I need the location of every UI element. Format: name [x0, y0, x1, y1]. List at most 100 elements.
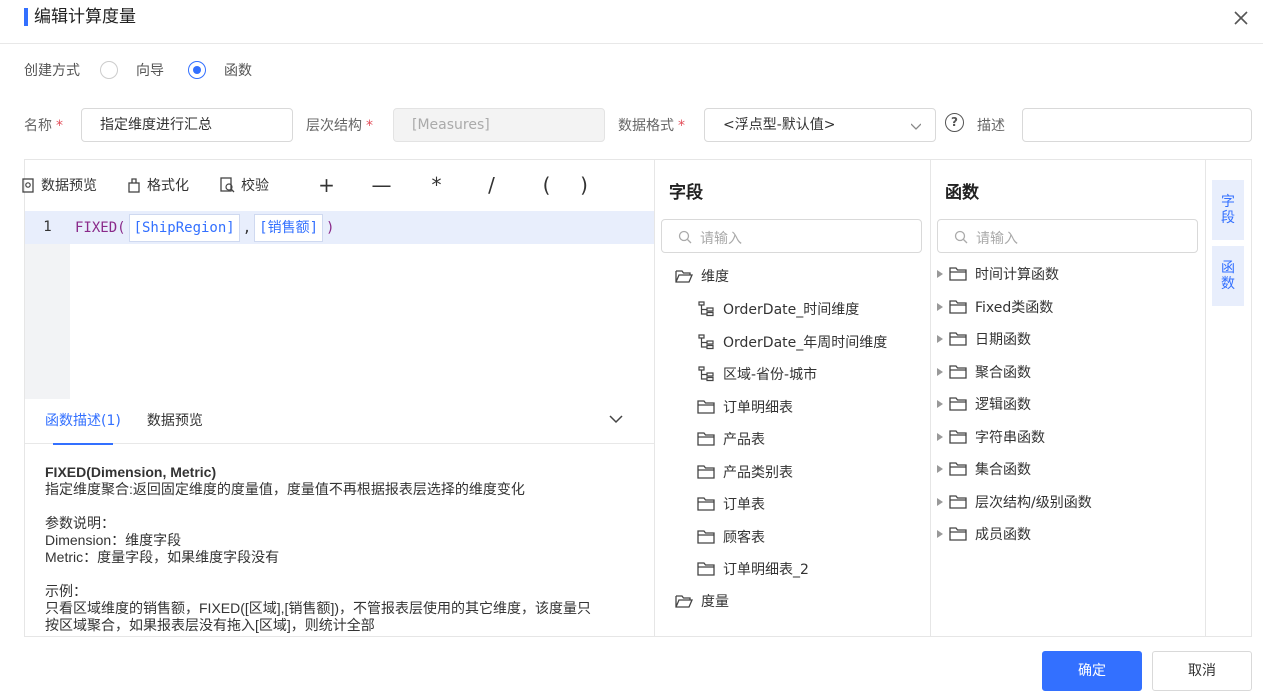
- function-category-label: 成员函数: [975, 527, 1031, 543]
- collapse-chevron-icon[interactable]: [608, 411, 624, 427]
- validate-button[interactable]: 校验: [219, 175, 269, 195]
- tree-group-measure[interactable]: 度量: [675, 589, 729, 613]
- side-tab-fields[interactable]: 字段: [1212, 180, 1244, 240]
- line-number: 1: [43, 219, 52, 235]
- tree-item-field-label: 订单明细表_2: [723, 562, 809, 578]
- radio-function[interactable]: [188, 61, 206, 79]
- param-metric: Metric：度量字段，如果维度字段没有: [45, 549, 280, 565]
- radio-wizard[interactable]: [100, 61, 118, 79]
- title-accent-bar: [24, 8, 28, 26]
- folder-icon: [949, 461, 975, 477]
- tree-item-field[interactable]: 产品类别表: [697, 460, 793, 484]
- format-button[interactable]: 格式化: [127, 175, 189, 195]
- op-lparen-button[interactable]: (: [519, 173, 574, 197]
- tree-item-field-label: 产品类别表: [723, 464, 793, 481]
- name-label: 名称 *: [24, 118, 63, 134]
- hierarchy-icon: [697, 333, 723, 351]
- format-select-value: <浮点型-默认值>: [723, 117, 836, 133]
- function-category[interactable]: Fixed类函数: [937, 295, 1053, 319]
- fields-title: 字段: [669, 183, 703, 203]
- function-category-label: 逻辑函数: [975, 397, 1031, 413]
- function-category[interactable]: 聚合函数: [937, 360, 1031, 384]
- dialog-header: 编辑计算度量: [0, 0, 1263, 44]
- tree-item-field-label: 区域-省份-城市: [723, 367, 818, 383]
- code-token-shipregion[interactable]: [ShipRegion]: [128, 213, 240, 242]
- expand-arrow-icon[interactable]: [937, 465, 943, 473]
- op-plus-button[interactable]: +: [299, 173, 354, 197]
- desc-line: 指定维度聚合:返回固定维度的度量值，度量值不再根据报表层选择的维度变化: [45, 481, 525, 497]
- tree-item-field[interactable]: 产品表: [697, 427, 765, 451]
- tree-group-measure-label: 度量: [701, 594, 729, 610]
- desc-label: 描述: [977, 118, 1005, 134]
- tab-function-desc[interactable]: 函数描述(1): [45, 399, 121, 445]
- tree-group-dimension[interactable]: 维度: [675, 264, 729, 288]
- side-tab-functions[interactable]: 函数: [1212, 246, 1244, 306]
- function-category-label: 字符串函数: [975, 429, 1045, 446]
- cancel-button[interactable]: 取消: [1152, 651, 1252, 691]
- help-icon[interactable]: ?: [945, 113, 964, 132]
- expand-arrow-icon[interactable]: [937, 270, 943, 278]
- create-mode-label: 创建方式: [24, 63, 80, 79]
- hierarchy-input: [Measures]: [393, 108, 605, 142]
- expand-arrow-icon[interactable]: [937, 335, 943, 343]
- expand-arrow-icon[interactable]: [937, 302, 943, 311]
- op-divide-button[interactable]: /: [464, 173, 519, 197]
- function-category[interactable]: 逻辑函数: [937, 392, 1031, 416]
- folder-icon: [949, 429, 975, 445]
- code-fn-open: FIXED(: [75, 219, 126, 236]
- dialog-title: 编辑计算度量: [34, 7, 136, 27]
- hierarchy-icon: [697, 365, 723, 383]
- function-category[interactable]: 层次结构/级别函数: [937, 490, 1092, 514]
- format-icon: [128, 177, 140, 193]
- tree-item-field[interactable]: 顾客表: [697, 525, 765, 549]
- function-category[interactable]: 集合函数: [937, 457, 1031, 481]
- tab-data-preview[interactable]: 数据预览: [147, 399, 203, 444]
- name-input[interactable]: 指定维度进行汇总: [81, 108, 293, 142]
- folder-icon: [697, 431, 723, 447]
- tree-group-dimension-label: 维度: [701, 269, 729, 285]
- close-icon[interactable]: [1232, 9, 1250, 27]
- tree-item-field[interactable]: 订单表: [697, 492, 765, 516]
- op-minus-button[interactable]: —: [354, 173, 409, 197]
- expand-arrow-icon[interactable]: [937, 497, 943, 506]
- expand-arrow-icon[interactable]: [937, 530, 943, 538]
- data-preview-button[interactable]: 数据预览: [21, 175, 97, 195]
- tree-item-field[interactable]: OrderDate_时间维度: [697, 297, 859, 321]
- hierarchy-icon: [697, 300, 723, 318]
- side-tabs: 字段 函数: [1206, 160, 1252, 636]
- editor-panel: 数据预览 格式化 校验 + — * / ( ) 1 FIXED( [ShipRe…: [22, 160, 655, 636]
- op-rparen-button[interactable]: ): [574, 173, 594, 197]
- search-icon: [954, 230, 968, 244]
- search-icon: [678, 230, 692, 244]
- function-category-label: 聚合函数: [975, 364, 1031, 381]
- function-category[interactable]: 日期函数: [937, 327, 1031, 351]
- formula-code[interactable]: FIXED( [ShipRegion] , [销售额] ): [75, 211, 334, 244]
- expand-arrow-icon[interactable]: [937, 400, 943, 408]
- format-select[interactable]: <浮点型-默认值>: [704, 108, 936, 142]
- desc-input[interactable]: [1022, 108, 1252, 142]
- code-token-sales[interactable]: [销售额]: [254, 213, 324, 242]
- function-category[interactable]: 成员函数: [937, 522, 1031, 546]
- function-category-label: Fixed类函数: [975, 299, 1054, 316]
- ok-button[interactable]: 确定: [1042, 651, 1142, 691]
- tree-item-field[interactable]: 订单明细表: [697, 395, 793, 419]
- editor-toolbar: 数据预览 格式化 校验 + — * / ( ): [22, 160, 654, 210]
- tree-item-field-label: 订单表: [723, 497, 765, 513]
- function-category[interactable]: 时间计算函数: [937, 262, 1059, 286]
- function-category-label: 日期函数: [975, 332, 1031, 348]
- expand-arrow-icon[interactable]: [937, 367, 943, 376]
- folder-open-icon: [675, 593, 701, 609]
- expand-arrow-icon[interactable]: [937, 432, 943, 441]
- tree-item-field[interactable]: 区域-省份-城市: [697, 362, 817, 386]
- functions-search-input[interactable]: 请输入: [937, 219, 1198, 253]
- functions-panel: 函数 请输入 时间计算函数 Fixed类函数 日期函数 聚合函数 逻辑函数 字符串函数 集合…: [931, 160, 1206, 636]
- folder-icon: [697, 529, 723, 545]
- function-category-label: 层次结构/级别函数: [975, 494, 1092, 511]
- fields-search-input[interactable]: 请输入: [661, 219, 922, 253]
- function-category[interactable]: 字符串函数: [937, 425, 1045, 449]
- tree-item-field[interactable]: 订单明细表_2: [697, 557, 809, 581]
- radio-wizard-label[interactable]: 向导: [136, 60, 164, 80]
- radio-function-label[interactable]: 函数: [224, 60, 252, 80]
- op-multiply-button[interactable]: *: [409, 173, 464, 197]
- tree-item-field[interactable]: OrderDate_年周时间维度: [697, 330, 887, 354]
